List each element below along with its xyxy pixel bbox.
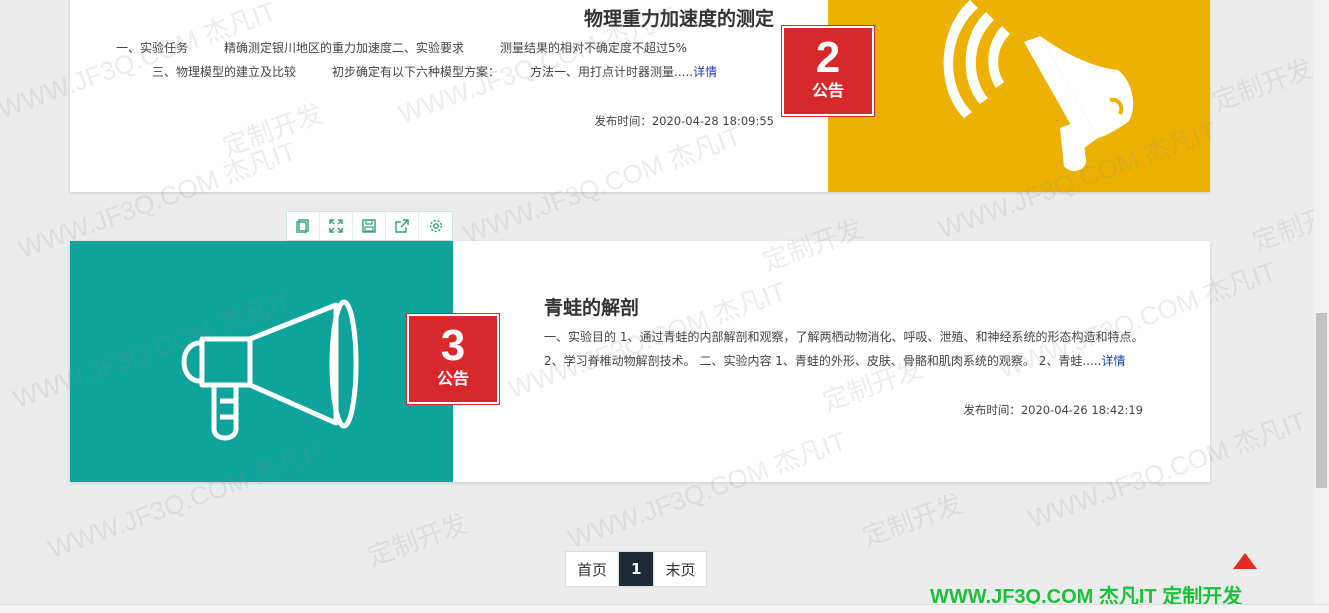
publish-date: 发布时间：2020-04-28 18:09:55 (594, 114, 774, 128)
first-page-button[interactable]: 首页 (566, 552, 620, 586)
excerpt-line: 三、物理模型的建立及比较 初步确定有以下六种模型方案： 方法一、用打点计时器测量… (116, 65, 718, 79)
pagination: 首页 1 末页 (565, 551, 708, 587)
last-page-button[interactable]: 末页 (654, 552, 706, 586)
badge-label: 公告 (811, 81, 844, 100)
post-image[interactable] (828, 0, 1210, 192)
post-image[interactable] (70, 241, 453, 482)
back-to-top-icon[interactable] (1233, 553, 1257, 569)
page-1-button[interactable]: 1 (619, 552, 655, 586)
post-excerpt: 一、实验目的 1、通过青蛙的内部解剖和观察，了解两栖动物消化、呼吸、泄殖、和神经… (544, 330, 1144, 368)
badge-number: 3 (440, 321, 466, 370)
watermark: 定制开发 (1208, 53, 1317, 117)
status-bar (0, 604, 1329, 613)
detail-link[interactable]: 详情 (1101, 354, 1125, 368)
notice-badge: 2 公告 (782, 26, 874, 116)
megaphone-icon (943, 0, 1134, 172)
post-title[interactable]: 物理重力加速度的测定 (584, 4, 774, 31)
save-icon[interactable] (353, 212, 386, 240)
post-excerpt: 一、实验任务 精确测定银川地区的重力加速度二、实验要求 测量结果的相对不确定度不… (116, 36, 776, 84)
publish-date: 发布时间：2020-04-26 18:42:19 (963, 403, 1143, 417)
image-toolbar (286, 211, 453, 241)
watermark: 定制开发 (858, 488, 967, 552)
post-title[interactable]: 青蛙的解剖 (544, 293, 639, 320)
notice-badge: 3 公告 (407, 314, 499, 404)
detail-link[interactable]: 详情 (693, 65, 717, 79)
excerpt-line: 一、实验任务 精确测定银川地区的重力加速度二、实验要求 测量结果的相对不确定度不… (116, 41, 688, 55)
share-icon[interactable] (386, 212, 419, 240)
badge-number: 2 (815, 33, 841, 82)
post-card[interactable]: 3 公告 青蛙的解剖 一、实验目的 1、通过青蛙的内部解剖和观察，了解两栖动物消… (70, 241, 1210, 482)
settings-icon[interactable] (419, 212, 452, 240)
megaphone-icon (181, 299, 359, 441)
badge-label: 公告 (436, 369, 469, 388)
post-card[interactable]: 物理重力加速度的测定 一、实验任务 精确测定银川地区的重力加速度二、实验要求 测… (70, 0, 1210, 192)
scrollbar[interactable] (1314, 0, 1329, 613)
scrollbar-thumb[interactable] (1316, 313, 1327, 488)
copy-icon[interactable] (287, 212, 320, 240)
fullscreen-icon[interactable] (320, 212, 353, 240)
watermark: 定制开发 (363, 508, 472, 572)
